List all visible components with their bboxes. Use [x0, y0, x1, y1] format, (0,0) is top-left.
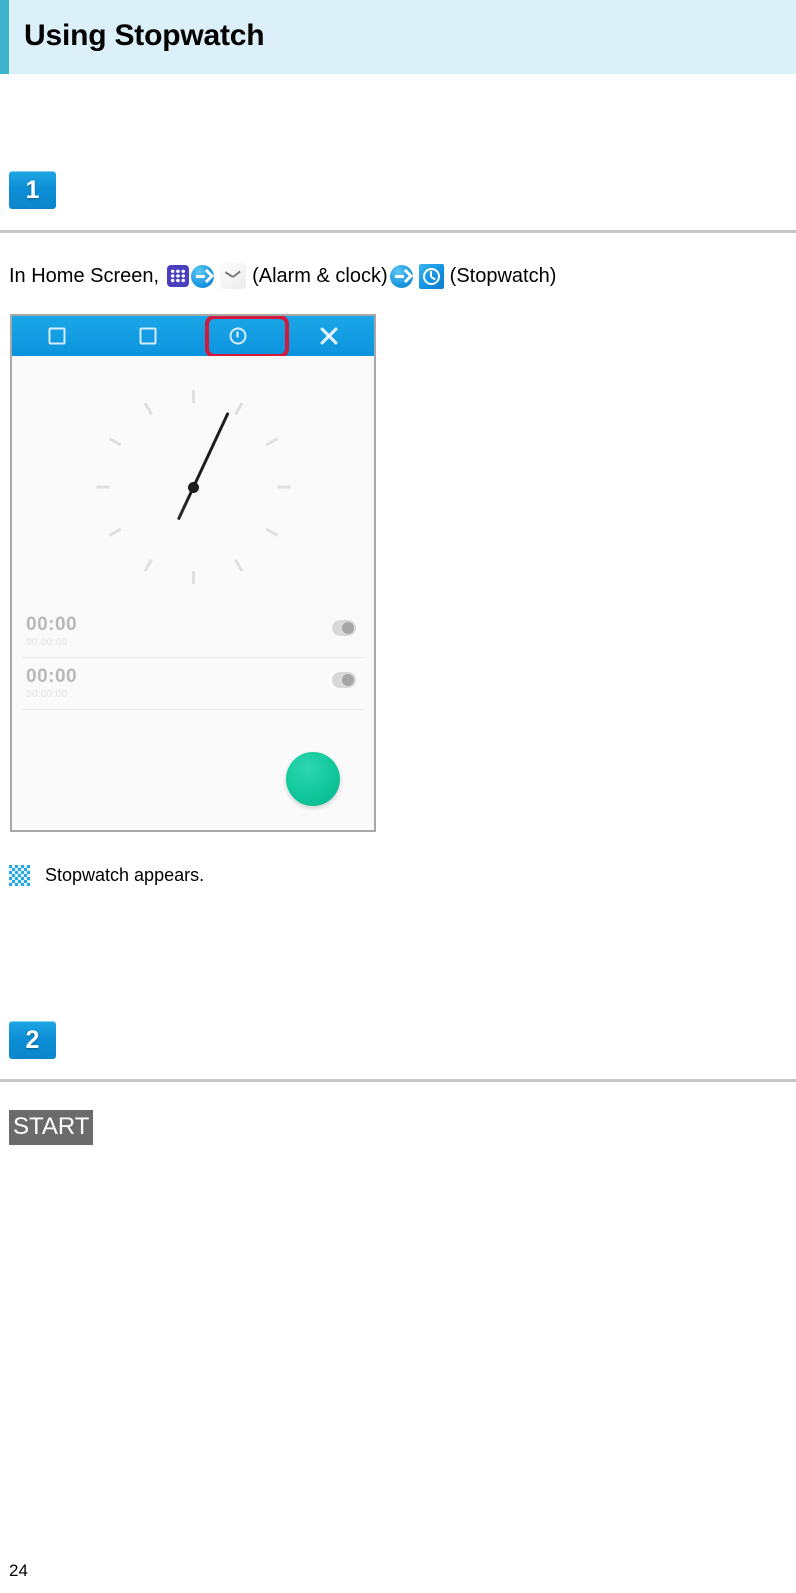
- page-header: Using Stopwatch: [0, 0, 796, 74]
- stopwatch-screen-capture: 00:00 00:00:00 00:00 00:00:00: [10, 314, 376, 832]
- result-note-text: Stopwatch appears.: [45, 865, 205, 885]
- tab-stopwatch[interactable]: [193, 316, 284, 356]
- start-key-label[interactable]: START: [9, 1110, 94, 1145]
- arrow-right-circle-icon-2: [389, 264, 413, 288]
- start-fab[interactable]: [286, 752, 340, 806]
- header-accent-bar: [0, 0, 9, 74]
- alarm-icon: [48, 327, 66, 345]
- step-badge-2: 2: [9, 1021, 56, 1059]
- stopwatch-tab-icon: [229, 327, 247, 345]
- stopwatch-dial: [90, 384, 296, 590]
- checker-bullet-icon: [9, 864, 30, 886]
- step-badge-1: 1: [9, 171, 56, 209]
- lap-list: 00:00 00:00:00 00:00 00:00:00: [22, 606, 364, 710]
- lap-row: 00:00 00:00:00: [22, 606, 364, 658]
- stopwatch-label: (Stopwatch): [449, 265, 557, 287]
- world-clock-icon: [139, 327, 157, 345]
- tab-alarm[interactable]: [12, 316, 103, 356]
- step-1-instruction: In Home Screen, (Alarm & clock) (Stopwat…: [9, 261, 556, 291]
- phone-tab-bar: [12, 316, 374, 356]
- tab-world-clock[interactable]: [103, 316, 194, 356]
- step-divider-2: [0, 1079, 796, 1082]
- step-1-result-note: Stopwatch appears.: [9, 862, 204, 888]
- lap-subtime: 00:00:00: [26, 689, 68, 700]
- lap-row-icon: [332, 672, 356, 688]
- lap-time: 00:00: [26, 614, 78, 635]
- tab-timer[interactable]: [284, 316, 375, 356]
- stopwatch-icon: [418, 263, 444, 289]
- lap-time: 00:00: [26, 666, 78, 687]
- timer-icon: [320, 327, 338, 345]
- alarm-clock-label: (Alarm & clock): [252, 265, 388, 287]
- clock-hand-hour: [224, 271, 234, 278]
- lap-subtime: 00:00:00: [26, 637, 68, 648]
- apps-grid-dots: [170, 269, 187, 283]
- lap-row: 00:00 00:00:00: [22, 658, 364, 710]
- clock-hand-minute: [232, 270, 241, 278]
- arrow-right-circle-icon-1: [191, 264, 215, 288]
- instruction-prefix: In Home Screen,: [9, 265, 160, 287]
- dial-hub: [187, 481, 199, 493]
- step-divider-1: [0, 230, 796, 233]
- alarm-clock-icon: [220, 263, 247, 289]
- page-title: Using Stopwatch: [24, 19, 265, 52]
- stopwatch-screen-body: 00:00 00:00:00 00:00 00:00:00: [12, 356, 374, 830]
- apps-grid-icon: [167, 265, 190, 287]
- lap-row-icon: [332, 620, 356, 636]
- page-number: 24: [9, 1561, 28, 1580]
